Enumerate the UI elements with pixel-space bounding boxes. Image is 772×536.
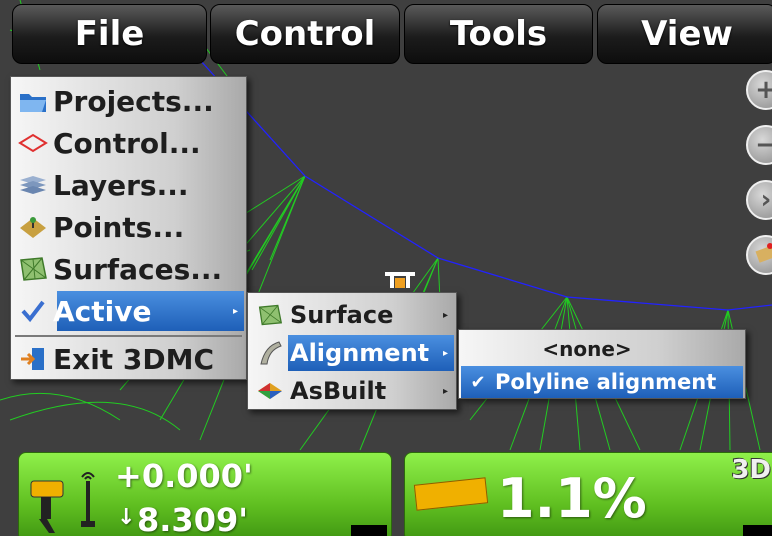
cut-fill-value: 8.309': [137, 501, 249, 536]
slope-panel[interactable]: 1.1% 3D: [404, 452, 772, 536]
alignment-icon: [250, 335, 290, 371]
menu-item-points-label: Points...: [53, 210, 185, 244]
surface-icon: [250, 297, 290, 333]
machine-icon: [27, 471, 67, 536]
menu-item-control-label: Control...: [53, 126, 201, 160]
menu-item-none-label: <none>: [542, 337, 632, 361]
map-pin-icon: [754, 240, 772, 271]
menu-item-active[interactable]: Active ▸: [13, 291, 244, 331]
menu-item-none[interactable]: <none>: [461, 333, 743, 365]
surface-icon: [13, 249, 53, 289]
menu-view[interactable]: View: [597, 4, 772, 64]
menu-item-alignment-label: Alignment: [290, 339, 430, 367]
menu-item-surfaces-label: Surfaces...: [53, 252, 223, 286]
panel-corner-block: [743, 525, 772, 536]
elevation-offset: +0.000': [115, 457, 253, 495]
chevron-right-icon: ›: [760, 185, 772, 215]
menu-item-asbuilt[interactable]: AsBuilt ▸: [250, 373, 454, 409]
submenu-arrow-icon: ▸: [442, 309, 448, 321]
menu-control[interactable]: Control: [210, 4, 400, 64]
minus-icon: −: [755, 130, 772, 160]
menu-divider: [15, 335, 242, 337]
menu-control-label: Control: [234, 14, 376, 54]
points-icon: [13, 207, 53, 247]
exit-door-icon: [13, 339, 53, 379]
down-arrow-icon: ↓: [117, 505, 136, 530]
alignment-submenu: <none> ✔ Polyline alignment: [458, 329, 746, 399]
elevation-panel[interactable]: +0.000' ↓ 8.309': [18, 452, 392, 536]
control-diamond-icon: [13, 123, 53, 163]
menu-item-layers[interactable]: Layers...: [13, 165, 244, 205]
folder-icon: [13, 81, 53, 121]
view-mode-3d[interactable]: 3D: [731, 455, 771, 485]
menu-item-control[interactable]: Control...: [13, 123, 244, 163]
menu-item-polyline-alignment-label: Polyline alignment: [495, 370, 717, 394]
menu-tools-label: Tools: [449, 14, 548, 54]
panel-corner-block: [351, 525, 387, 536]
file-menu: Projects... Control... Layers... Points.…: [10, 76, 247, 380]
submenu-arrow-icon: ▸: [442, 385, 448, 397]
menu-item-alignment[interactable]: Alignment ▸: [250, 335, 454, 371]
menu-item-surface[interactable]: Surface ▸: [250, 297, 454, 333]
menu-item-projects-label: Projects...: [53, 84, 214, 118]
menu-item-surface-label: Surface: [290, 301, 394, 329]
slope-indicator-bar: [413, 477, 489, 511]
submenu-arrow-icon: ▸: [442, 347, 448, 359]
menu-item-projects[interactable]: Projects...: [13, 81, 244, 121]
menu-file[interactable]: File: [12, 4, 207, 64]
menu-item-surfaces[interactable]: Surfaces...: [13, 249, 244, 289]
menu-file-label: File: [74, 14, 145, 54]
menu-tools[interactable]: Tools: [404, 4, 593, 64]
menu-item-exit[interactable]: Exit 3DMC: [13, 339, 244, 379]
asbuilt-icon: [250, 373, 290, 409]
gps-antenna-icon: [77, 467, 99, 536]
menu-item-active-label: Active: [53, 294, 152, 328]
checkmark-icon: ✔: [470, 371, 486, 393]
submenu-arrow-icon: ▸: [232, 305, 238, 317]
menu-item-points[interactable]: Points...: [13, 207, 244, 247]
menu-item-polyline-alignment[interactable]: ✔ Polyline alignment: [461, 366, 743, 398]
active-submenu: Surface ▸ Alignment ▸ AsBuilt ▸: [247, 292, 457, 410]
menu-item-exit-label: Exit 3DMC: [53, 342, 215, 376]
checkmark-icon: [13, 291, 53, 331]
plus-icon: +: [755, 75, 772, 105]
menu-view-label: View: [641, 14, 733, 54]
menu-item-layers-label: Layers...: [53, 168, 189, 202]
slope-value: 1.1%: [497, 467, 647, 530]
layers-icon: [13, 165, 53, 205]
menu-item-asbuilt-label: AsBuilt: [290, 377, 387, 405]
